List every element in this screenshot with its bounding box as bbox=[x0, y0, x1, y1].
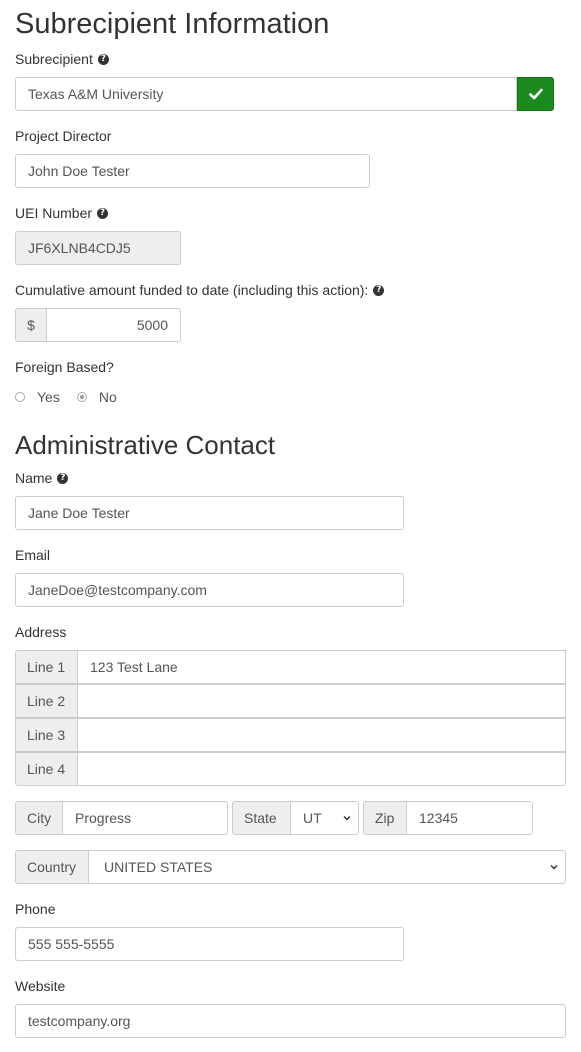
chevron-down-icon bbox=[550, 864, 558, 870]
section-title-admin: Administrative Contact bbox=[15, 430, 276, 460]
address-line-2-label: Line 2 bbox=[15, 684, 77, 718]
foreign-based-radios: Yes No bbox=[15, 389, 117, 405]
phone-input[interactable]: 555 555-5555 bbox=[15, 927, 404, 961]
phone-label: Phone bbox=[15, 901, 56, 917]
country-select[interactable]: UNITED STATES bbox=[88, 850, 566, 884]
zip-addon: Zip bbox=[363, 801, 406, 835]
zip-input[interactable]: 12345 bbox=[406, 801, 533, 835]
zip-group: Zip 12345 bbox=[363, 801, 533, 835]
address-line-4: Line 4 bbox=[15, 752, 566, 786]
email-label: Email bbox=[15, 547, 51, 563]
cumulative-amount-input[interactable]: 5000 bbox=[46, 308, 181, 342]
radio-no[interactable] bbox=[76, 392, 87, 402]
address-line-2: Line 2 bbox=[15, 684, 566, 718]
project-director-label: Project Director bbox=[15, 128, 112, 144]
state-select[interactable]: UT bbox=[290, 801, 359, 835]
address-line-4-input[interactable] bbox=[77, 752, 566, 786]
radio-yes-label: Yes bbox=[37, 389, 60, 405]
website-input[interactable]: testcompany.org bbox=[15, 1004, 566, 1038]
cumulative-group: $ 5000 bbox=[15, 308, 181, 342]
country-group: Country UNITED STATES bbox=[15, 850, 566, 884]
name-input[interactable]: Jane Doe Tester bbox=[15, 496, 404, 530]
address-line-1: Line 1 123 Test Lane bbox=[15, 650, 566, 684]
subrecipient-input[interactable]: Texas A&M University bbox=[15, 77, 517, 111]
city-addon: City bbox=[15, 801, 62, 835]
project-director-input[interactable]: John Doe Tester bbox=[15, 154, 370, 188]
question-circle-icon[interactable]: ? bbox=[97, 207, 109, 219]
name-label: Name ? bbox=[15, 471, 69, 485]
address-label: Address bbox=[15, 624, 67, 640]
question-circle-icon[interactable]: ? bbox=[57, 472, 69, 484]
address-line-4-label: Line 4 bbox=[15, 752, 77, 786]
city-input[interactable]: Progress bbox=[62, 801, 228, 835]
state-addon: State bbox=[232, 801, 290, 835]
question-circle-icon[interactable]: ? bbox=[97, 53, 109, 65]
country-select-value: UNITED STATES bbox=[104, 859, 213, 875]
email-input[interactable]: JaneDoe@testcompany.com bbox=[15, 573, 404, 607]
radio-no-label: No bbox=[98, 389, 117, 405]
state-select-value: UT bbox=[303, 810, 322, 826]
address-line-1-input[interactable]: 123 Test Lane bbox=[77, 650, 566, 684]
section-title-subrecipient: Subrecipient Information bbox=[15, 8, 330, 40]
currency-addon: $ bbox=[15, 308, 46, 342]
address-line-3-label: Line 3 bbox=[15, 718, 77, 752]
question-circle-icon[interactable]: ? bbox=[373, 284, 385, 296]
subrecipient-label: Subrecipient ? bbox=[15, 52, 109, 66]
cumulative-label: Cumulative amount funded to date (includ… bbox=[15, 283, 385, 297]
verify-button[interactable] bbox=[517, 77, 554, 111]
country-addon: Country bbox=[15, 850, 88, 884]
city-group: City Progress bbox=[15, 801, 228, 835]
check-icon bbox=[528, 88, 543, 100]
address-line-2-input[interactable] bbox=[77, 684, 566, 718]
chevron-down-icon bbox=[343, 815, 351, 821]
address-line-1-label: Line 1 bbox=[15, 650, 77, 684]
uei-input: JF6XLNB4CDJ5 bbox=[15, 231, 181, 265]
address-line-3-input[interactable] bbox=[77, 718, 566, 752]
subrecipient-group: Texas A&M University bbox=[15, 77, 554, 111]
radio-yes[interactable] bbox=[15, 392, 25, 402]
uei-label: UEI Number ? bbox=[15, 206, 109, 220]
address-line-3: Line 3 bbox=[15, 718, 566, 752]
website-label: Website bbox=[15, 978, 66, 994]
foreign-based-label: Foreign Based? bbox=[15, 359, 114, 375]
state-group: State UT bbox=[232, 801, 359, 835]
